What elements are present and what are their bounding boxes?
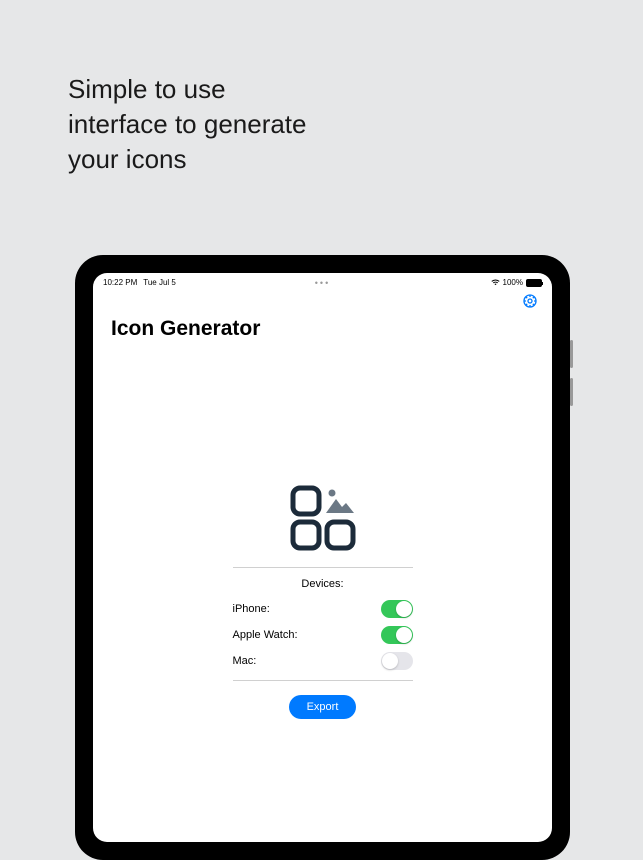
multitask-dots-icon: ••• xyxy=(315,278,330,288)
battery-icon xyxy=(526,279,542,287)
status-date: Tue Jul 5 xyxy=(143,278,176,287)
apple-watch-toggle[interactable] xyxy=(381,626,413,644)
toggle-label: Apple Watch: xyxy=(233,629,298,641)
iphone-toggle[interactable] xyxy=(381,600,413,618)
device-side-button xyxy=(570,340,573,368)
status-battery-percent: 100% xyxy=(503,278,523,287)
app-placeholder-icon[interactable] xyxy=(288,483,358,553)
ipad-screen: 10:22 PM Tue Jul 5 ••• 100% xyxy=(93,273,552,842)
device-toggle-row-apple-watch: Apple Watch: xyxy=(233,622,413,648)
device-side-button xyxy=(570,378,573,406)
toggle-label: Mac: xyxy=(233,655,257,667)
wifi-icon xyxy=(491,279,500,286)
status-bar: 10:22 PM Tue Jul 5 ••• 100% xyxy=(93,273,552,289)
mac-toggle[interactable] xyxy=(381,652,413,670)
toggle-label: iPhone: xyxy=(233,603,270,615)
divider xyxy=(233,567,413,568)
device-toggle-row-mac: Mac: xyxy=(233,648,413,674)
devices-section-label: Devices: xyxy=(301,578,343,590)
gear-icon[interactable] xyxy=(522,293,538,309)
ipad-frame: 10:22 PM Tue Jul 5 ••• 100% xyxy=(75,255,570,860)
app-title: Icon Generator xyxy=(93,309,552,349)
status-time: 10:22 PM xyxy=(103,278,137,287)
divider xyxy=(233,680,413,681)
export-button[interactable]: Export xyxy=(289,695,357,719)
device-toggle-row-iphone: iPhone: xyxy=(233,596,413,622)
marketing-headline: Simple to use interface to generate your… xyxy=(68,72,307,177)
